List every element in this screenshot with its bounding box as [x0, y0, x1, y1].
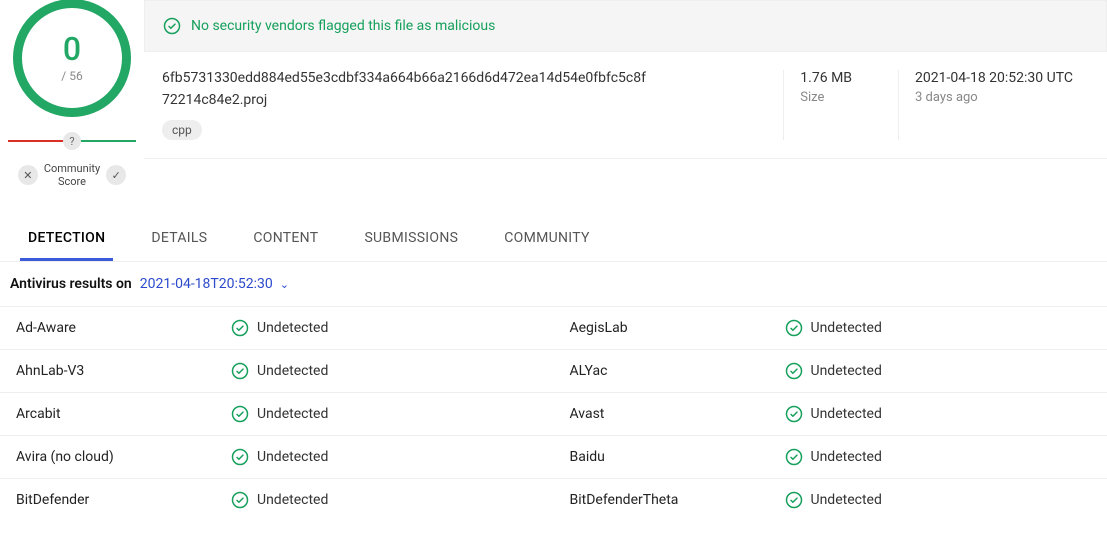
- file-name: 72214c84e2.proj: [162, 92, 753, 108]
- av-status: Undetected: [231, 319, 328, 337]
- chevron-down-icon: ⌄: [280, 278, 289, 291]
- av-status: Undetected: [785, 405, 882, 423]
- file-type-tag[interactable]: cpp: [162, 120, 202, 140]
- check-circle-icon: [785, 491, 803, 509]
- av-vendor: Ad-Aware: [16, 320, 231, 336]
- av-row: Ad-AwareUndetectedAegisLabUndetected: [0, 306, 1107, 349]
- file-size: 1.76 MB: [800, 70, 852, 86]
- file-date: 2021-04-18 20:52:30 UTC: [915, 70, 1073, 86]
- av-cell: ALYacUndetected: [554, 350, 1107, 392]
- av-cell: ArcabitUndetected: [0, 393, 554, 435]
- check-circle-icon: [231, 405, 249, 423]
- av-vendor: ALYac: [570, 363, 785, 379]
- file-size-label: Size: [800, 90, 852, 105]
- av-row: Avira (no cloud)UndetectedBaiduUndetecte…: [0, 435, 1107, 478]
- check-circle-icon: [231, 448, 249, 466]
- av-results-grid: Ad-AwareUndetectedAegisLabUndetectedAhnL…: [0, 306, 1107, 521]
- help-icon[interactable]: ?: [63, 132, 81, 150]
- av-status: Undetected: [231, 405, 328, 423]
- tab-detection[interactable]: DETECTION: [20, 218, 113, 261]
- av-results-header: Antivirus results on 2021-04-18T20:52:30…: [0, 262, 1107, 306]
- av-vendor: Avast: [570, 406, 785, 422]
- tab-content[interactable]: CONTENT: [245, 218, 326, 261]
- detection-total: / 56: [61, 69, 82, 83]
- av-vendor: BitDefenderTheta: [570, 492, 785, 508]
- av-cell: BitDefenderUndetected: [0, 479, 554, 521]
- check-circle-icon: [163, 17, 181, 35]
- safety-banner: No security vendors flagged this file as…: [144, 0, 1107, 52]
- av-status: Undetected: [785, 319, 882, 337]
- detection-count: 0: [63, 33, 81, 65]
- av-timestamp-dropdown[interactable]: 2021-04-18T20:52:30 ⌄: [140, 276, 289, 292]
- av-vendor: Baidu: [570, 449, 785, 465]
- av-cell: AhnLab-V3Undetected: [0, 350, 554, 392]
- community-score-label: Community Score: [44, 162, 100, 188]
- check-icon[interactable]: ✓: [106, 165, 126, 185]
- av-row: AhnLab-V3UndetectedALYacUndetected: [0, 349, 1107, 392]
- av-results-label: Antivirus results on: [10, 276, 132, 292]
- banner-message: No security vendors flagged this file as…: [191, 18, 495, 34]
- tab-community[interactable]: COMMUNITY: [496, 218, 597, 261]
- av-status: Undetected: [231, 491, 328, 509]
- check-circle-icon: [785, 362, 803, 380]
- tab-submissions[interactable]: SUBMISSIONS: [356, 218, 466, 261]
- file-details: 6fb5731330edd884ed55e3cdbf334a664b66a216…: [144, 52, 1107, 159]
- av-cell: Avira (no cloud)Undetected: [0, 436, 554, 478]
- check-circle-icon: [785, 319, 803, 337]
- score-panel: 0 / 56 ? ✕ Community Score ✓: [0, 0, 144, 188]
- check-circle-icon: [785, 405, 803, 423]
- av-vendor: BitDefender: [16, 492, 231, 508]
- av-cell: AegisLabUndetected: [554, 307, 1107, 349]
- av-row: BitDefenderUndetectedBitDefenderThetaUnd…: [0, 478, 1107, 521]
- av-status: Undetected: [231, 362, 328, 380]
- detection-score-ring: 0 / 56: [22, 8, 122, 108]
- av-cell: Ad-AwareUndetected: [0, 307, 554, 349]
- check-circle-icon: [785, 448, 803, 466]
- av-row: ArcabitUndetectedAvastUndetected: [0, 392, 1107, 435]
- av-cell: BitDefenderThetaUndetected: [554, 479, 1107, 521]
- av-vendor: AegisLab: [570, 320, 785, 336]
- av-status: Undetected: [785, 491, 882, 509]
- av-cell: AvastUndetected: [554, 393, 1107, 435]
- check-circle-icon: [231, 362, 249, 380]
- community-score-row: ✕ Community Score ✓: [18, 162, 126, 188]
- av-vendor: Avira (no cloud): [16, 449, 231, 465]
- av-status: Undetected: [785, 448, 882, 466]
- av-vendor: AhnLab-V3: [16, 363, 231, 379]
- tab-details[interactable]: DETAILS: [143, 218, 215, 261]
- file-hash: 6fb5731330edd884ed55e3cdbf334a664b66a216…: [162, 70, 753, 86]
- av-status: Undetected: [785, 362, 882, 380]
- check-circle-icon: [231, 491, 249, 509]
- check-circle-icon: [231, 319, 249, 337]
- file-date-relative: 3 days ago: [915, 90, 1073, 105]
- file-size-block: 1.76 MB Size: [783, 70, 868, 140]
- close-icon[interactable]: ✕: [18, 165, 38, 185]
- av-cell: BaiduUndetected: [554, 436, 1107, 478]
- av-vendor: Arcabit: [16, 406, 231, 422]
- tab-bar: DETECTION DETAILS CONTENT SUBMISSIONS COMMUN…: [0, 218, 1107, 262]
- file-date-block: 2021-04-18 20:52:30 UTC 3 days ago: [898, 70, 1089, 140]
- av-status: Undetected: [231, 448, 328, 466]
